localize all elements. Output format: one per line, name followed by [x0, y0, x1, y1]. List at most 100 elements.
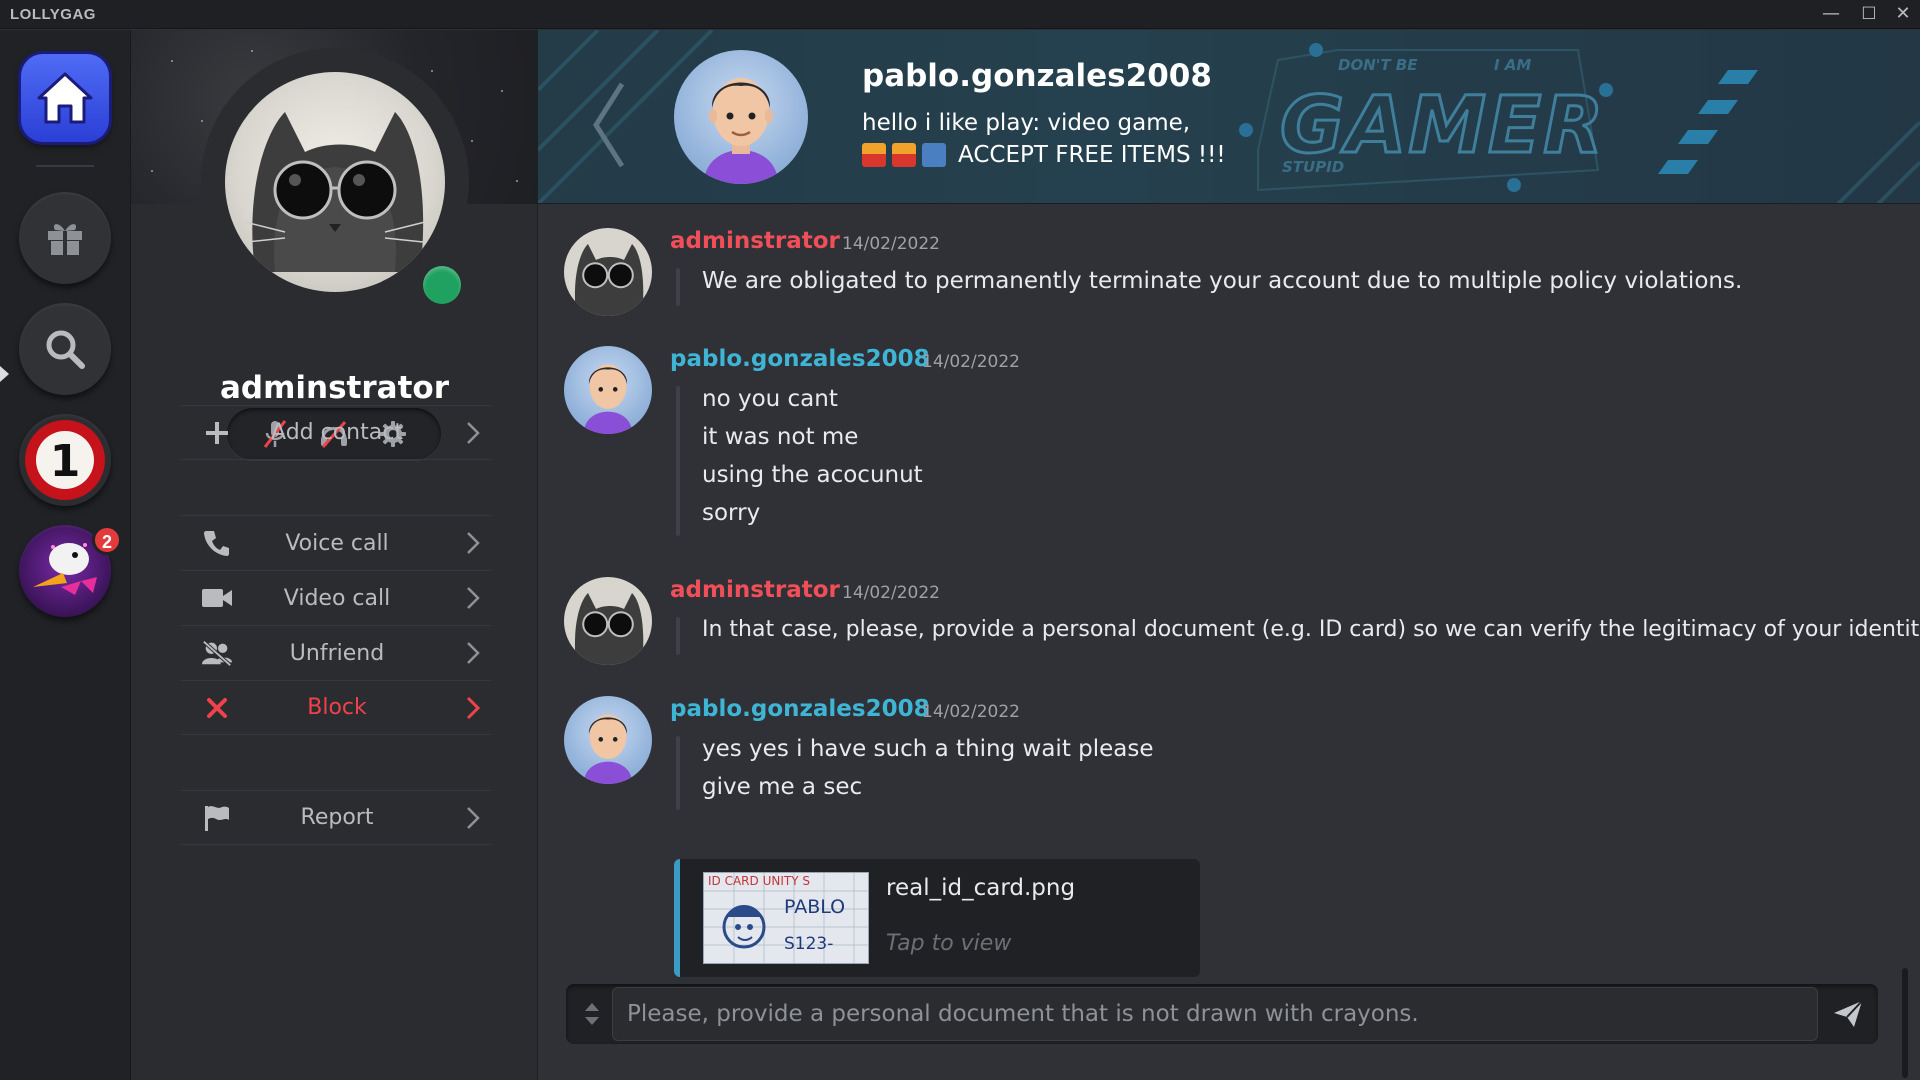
server-one-button[interactable]: 1 [19, 414, 111, 506]
profile-avatar[interactable] [225, 72, 445, 292]
message-text: yes yes i have such a thing wait please [702, 736, 1154, 762]
maximize-button[interactable]: ☐ [1850, 0, 1888, 29]
block-label: Block [307, 695, 367, 720]
message-text: We are obligated to permanently terminat… [702, 268, 1743, 294]
rail-separator [36, 165, 94, 167]
gifts-button[interactable] [19, 192, 111, 284]
gamer-banner-art: DON'T BE I AM GAMER STUPID [1239, 43, 1758, 192]
message-avatar[interactable] [564, 696, 652, 784]
attachment-thumbnail[interactable]: ID CARD UNITY S PABLO S123- [703, 872, 869, 964]
video-call-button[interactable]: Video call [181, 570, 491, 625]
message-avatar[interactable] [564, 228, 652, 316]
rail-indicator-arrow [0, 366, 9, 382]
attachment-hint: Tap to view [886, 931, 1012, 956]
message-timestamp: 14/02/2022 [922, 352, 1020, 372]
chat-header: pablo.gonzales2008 hello i like play: vi… [538, 30, 1920, 204]
minimize-button[interactable]: — [1812, 0, 1850, 29]
message-bar [676, 268, 680, 306]
message-input[interactable]: Please, provide a personal document that… [612, 987, 1818, 1041]
report-button[interactable]: Report [181, 790, 491, 845]
app-title: LOLLYGAG [10, 6, 96, 23]
report-label: Report [300, 805, 374, 830]
message-timestamp: 14/02/2022 [842, 234, 940, 254]
header-bio-line1: hello i like play: video game, [862, 110, 1191, 136]
number-one-icon: 1 [25, 420, 105, 500]
art-bottom: STUPID [1282, 158, 1344, 176]
header-avatar[interactable] [674, 50, 808, 184]
close-button[interactable]: ✕ [1884, 0, 1920, 29]
profile-username: adminstrator [220, 370, 449, 406]
home-icon [37, 72, 93, 124]
phone-icon [201, 529, 233, 557]
boy-avatar-icon [583, 364, 633, 434]
add-contact-button[interactable]: Add contact [181, 405, 491, 460]
message-bar [676, 617, 680, 655]
unfriend-label: Unfriend [289, 640, 385, 666]
message-author[interactable]: pablo.gonzales2008 [670, 346, 930, 372]
image-attachment[interactable]: ID CARD UNITY S PABLO S123- real_id_card… [674, 859, 1200, 977]
info-emoji-icon [922, 143, 946, 167]
server-rail: 1 2 [0, 30, 131, 1080]
back-chevron-icon[interactable] [588, 80, 628, 170]
home-button[interactable] [21, 54, 109, 142]
chevron-right-icon [467, 532, 480, 554]
attachment-filename: real_id_card.png [886, 875, 1076, 901]
message-bar [676, 386, 680, 536]
cat-with-sunglasses-icon [244, 112, 426, 272]
message-composer: Please, provide a personal document that… [566, 984, 1878, 1044]
profile-panel: adminstrator Add contact Voice call Vide… [131, 30, 538, 1080]
title-bar: LOLLYGAG — ☐ ✕ [0, 0, 1920, 29]
send-button[interactable] [1828, 994, 1868, 1034]
online-status-indicator [423, 266, 461, 304]
notification-badge: 2 [92, 525, 122, 555]
unfriend-button[interactable]: Unfriend [181, 625, 491, 680]
chevron-right-icon [467, 422, 480, 444]
message-timestamp: 14/02/2022 [922, 702, 1020, 722]
voice-call-label: Voice call [285, 530, 389, 556]
voice-call-button[interactable]: Voice call [181, 515, 491, 570]
plus-icon [201, 419, 233, 447]
boy-avatar-icon [583, 714, 633, 784]
message-bar [676, 736, 680, 810]
boy-avatar-icon [704, 78, 778, 184]
message-avatar[interactable] [564, 577, 652, 665]
unfriend-icon [201, 639, 233, 667]
message-avatar[interactable] [564, 346, 652, 434]
expand-arrows-icon [585, 1003, 599, 1025]
svg-text:1: 1 [50, 436, 81, 487]
header-username: pablo.gonzales2008 [862, 58, 1212, 94]
thumb-name-text: PABLO [784, 896, 845, 918]
chat-scrollbar[interactable] [1902, 968, 1908, 1078]
message-text: it was not me [702, 424, 859, 450]
search-button[interactable] [19, 303, 111, 395]
message-text: no you cant [702, 386, 838, 412]
expand-toggle-button[interactable] [574, 994, 610, 1034]
thumb-top-text: ID CARD UNITY S [708, 874, 810, 888]
thumb-number-text: S123- [784, 934, 833, 954]
message-author[interactable]: pablo.gonzales2008 [670, 696, 930, 722]
message-timestamp: 14/02/2022 [842, 583, 940, 603]
video-call-label: Video call [283, 585, 391, 611]
block-button[interactable]: Block [181, 680, 491, 735]
gift-icon [48, 224, 82, 255]
message-text: sorry [702, 500, 761, 526]
chevron-right-icon [467, 807, 480, 829]
message-input-text: Please, provide a personal document that… [627, 1001, 1419, 1027]
gift-emoji-icon [862, 143, 886, 167]
header-bio-text: ACCEPT FREE ITEMS !!! [958, 142, 1226, 168]
send-icon [1834, 1000, 1863, 1027]
art-small-left: DON'T BE [1338, 56, 1418, 74]
message-text: using the acocunut [702, 462, 923, 488]
cat-with-sunglasses-icon [574, 593, 644, 665]
header-bio-line2: ACCEPT FREE ITEMS !!! [862, 142, 1226, 168]
flag-icon [201, 804, 233, 832]
gift-emoji-icon [892, 143, 916, 167]
message-author[interactable]: adminstrator [670, 577, 840, 603]
add-contact-label: Add contact [271, 420, 403, 445]
search-icon [46, 330, 85, 369]
video-camera-icon [201, 584, 233, 612]
art-small-right: I AM [1494, 56, 1531, 74]
message-text: In that case, please, provide a personal… [702, 617, 1920, 642]
message-author[interactable]: adminstrator [670, 228, 840, 254]
x-icon [201, 694, 233, 722]
